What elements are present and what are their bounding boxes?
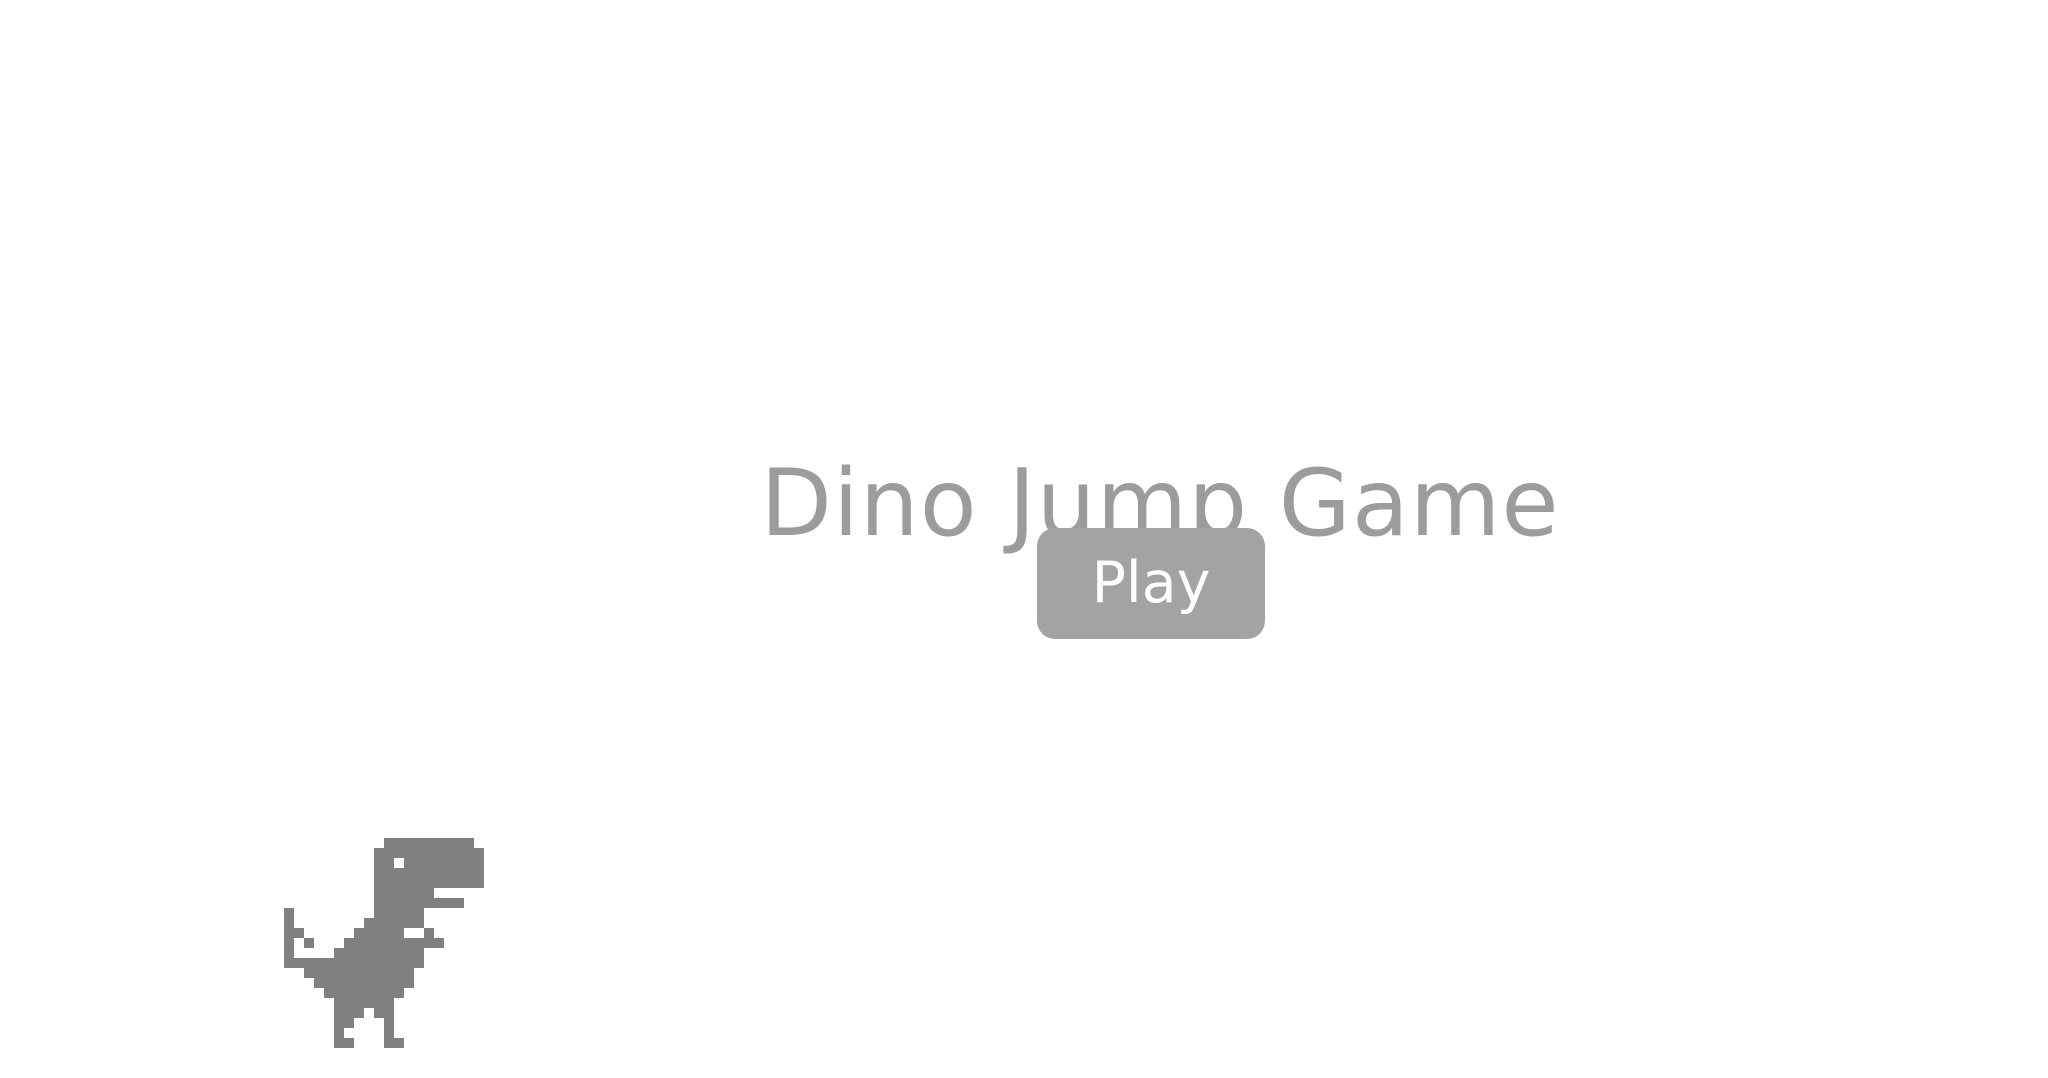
- t-rex-dino-icon: [284, 836, 534, 1078]
- play-button[interactable]: Play: [1037, 528, 1265, 639]
- game-stage: Dino Jump Game Play: [0, 0, 2048, 1078]
